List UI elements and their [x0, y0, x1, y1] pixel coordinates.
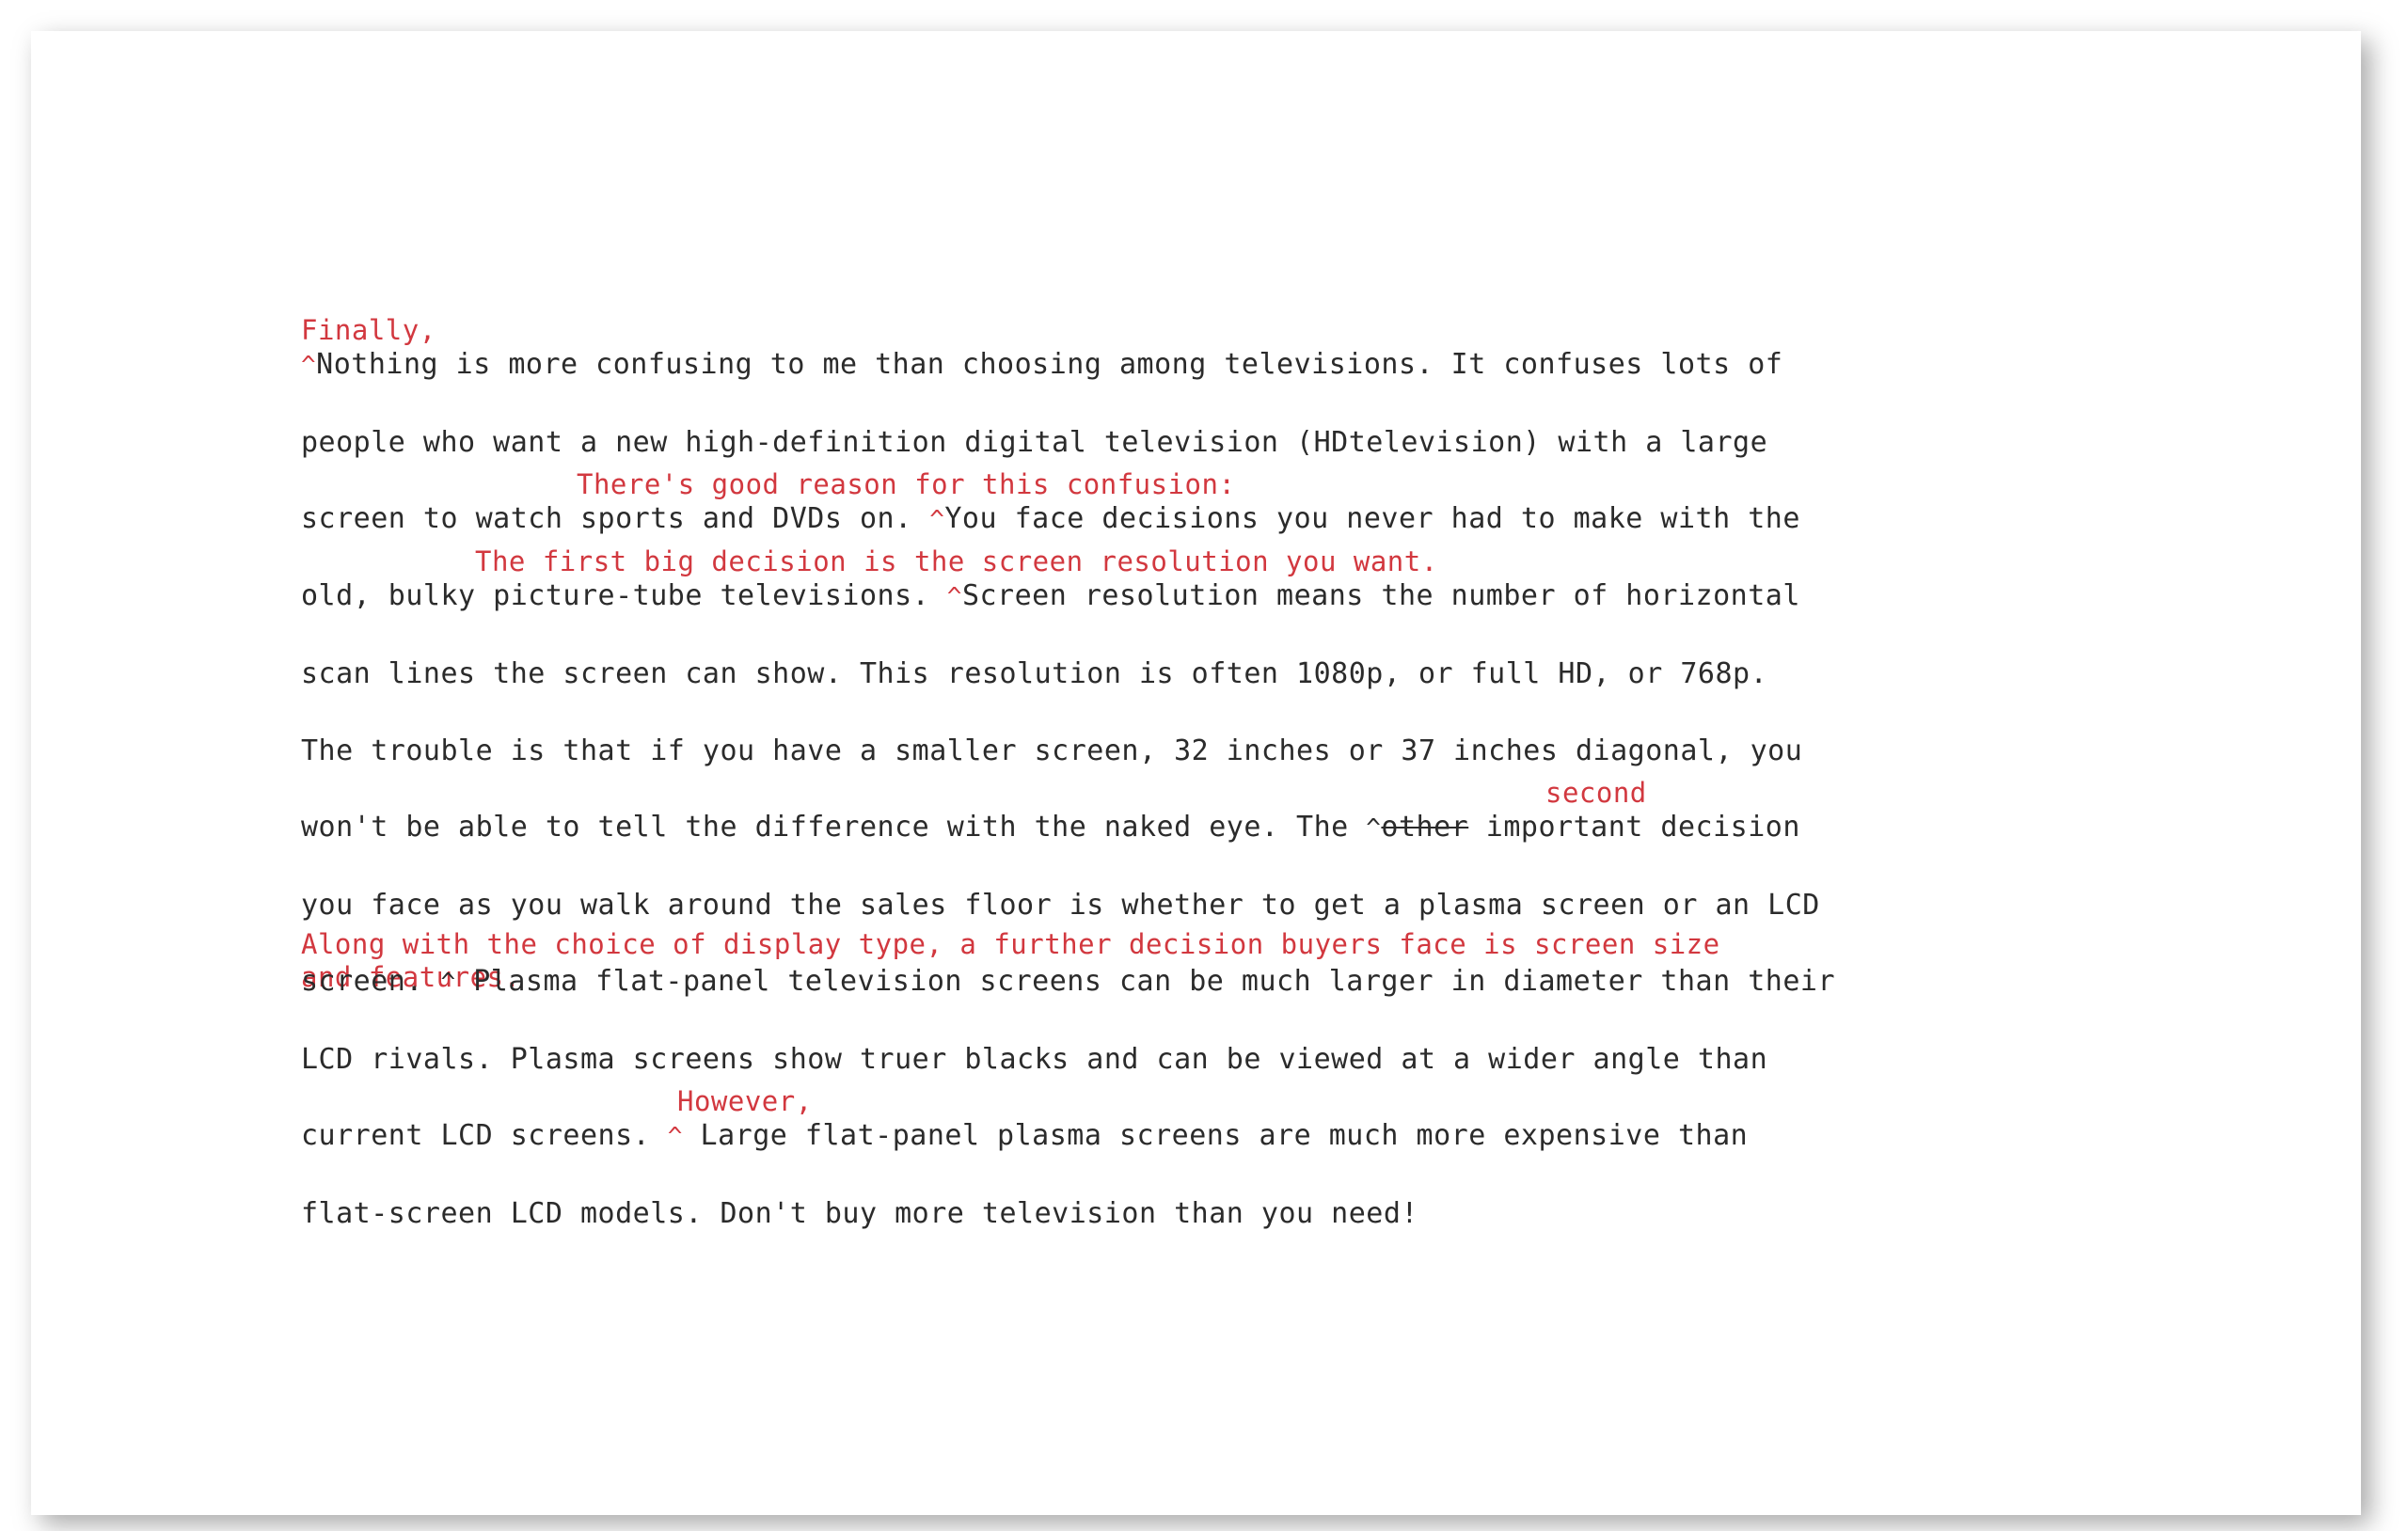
document-page: Finally, ^Nothing is more confusing to me…	[31, 31, 2361, 1515]
document-line: However, current LCD screens. ^ Large fla…	[301, 1084, 2239, 1161]
text-run: You face decisions you never had to make…	[944, 502, 1800, 535]
body-text-line: The trouble is that if you have a smalle…	[301, 733, 1802, 770]
body-text-line: flat-screen LCD models. Don't buy more t…	[301, 1195, 1418, 1233]
body-text-line: LCD rivals. Plasma screens show truer bl…	[301, 1041, 1767, 1079]
text-run: LCD rivals. Plasma screens show truer bl…	[301, 1043, 1768, 1076]
document-line: people who want a new high-definition di…	[301, 390, 2239, 467]
document-line: flat-screen LCD models. Don't buy more t…	[301, 1161, 2239, 1239]
text-run: scan lines the screen can show. This res…	[301, 657, 1768, 690]
red-ink-annotation: Finally,	[301, 314, 436, 346]
insertion-caret-icon: ^	[301, 352, 317, 380]
body-text-line: old, bulky picture-tube televisions. ^Sc…	[301, 577, 1800, 616]
text-run: old, bulky picture-tube televisions.	[301, 579, 947, 612]
screenshot-root: Finally, ^Nothing is more confusing to me…	[0, 0, 2408, 1531]
insertion-caret-icon: ^	[946, 583, 962, 611]
text-run: Nothing is more confusing to me than cho…	[316, 348, 1783, 381]
text-run: people who want a new high-definition di…	[301, 426, 1768, 459]
document-line: The first big decision is the screen res…	[301, 545, 2239, 622]
text-run: Large flat-panel plasma screens are much…	[682, 1119, 1749, 1152]
text-run: you face as you walk around the sales fl…	[301, 889, 1820, 922]
document-line: Along with the choice of display type, a…	[301, 928, 2239, 1007]
text-run: important decision	[1468, 811, 1800, 844]
body-text-line: you face as you walk around the sales fl…	[301, 887, 1820, 924]
red-ink-annotation: There's good reason for this confusion:	[577, 468, 1236, 500]
text-run: The trouble is that if you have a smalle…	[301, 734, 1803, 767]
body-text-line: people who want a new high-definition di…	[301, 424, 1767, 462]
document-line: you face as you walk around the sales fl…	[301, 853, 2239, 930]
body-text-line: ^Nothing is more confusing to me than ch…	[301, 346, 1782, 385]
text-run: current LCD screens.	[301, 1119, 668, 1152]
insertion-caret-icon: ^	[929, 506, 945, 534]
document-line: second won't be able to tell the differen…	[301, 776, 2239, 853]
text-run: Plasma flat-panel television screens can…	[455, 965, 1836, 998]
insertion-caret-icon: ^	[1366, 814, 1382, 843]
red-ink-annotation: However,	[677, 1085, 813, 1117]
text-run: screen to watch sports and DVDs on.	[301, 502, 930, 535]
document-text-body: Finally, ^Nothing is more confusing to me…	[301, 313, 2239, 1239]
body-text-line: current LCD screens. ^ Large flat-panel …	[301, 1117, 1748, 1156]
body-text-line: screen. ^ Plasma flat-panel television s…	[301, 963, 1835, 1002]
document-line: There's good reason for this confusion: s…	[301, 467, 2239, 545]
document-line: LCD rivals. Plasma screens show truer bl…	[301, 1007, 2239, 1084]
document-line: The trouble is that if you have a smalle…	[301, 699, 2239, 776]
body-text-line: screen to watch sports and DVDs on. ^You…	[301, 500, 1800, 539]
body-text-line: scan lines the screen can show. This res…	[301, 655, 1767, 693]
body-text-line: won't be able to tell the difference wit…	[301, 809, 1800, 847]
struck-out-word: other	[1381, 811, 1469, 844]
text-run: Screen resolution means the number of ho…	[961, 579, 1800, 612]
insertion-caret-icon: ^	[440, 969, 456, 997]
red-ink-annotation: The first big decision is the screen res…	[475, 545, 1438, 577]
text-run: won't be able to tell the difference wit…	[301, 811, 1367, 844]
document-line: Finally, ^Nothing is more confusing to me…	[301, 313, 2239, 390]
insertion-caret-icon: ^	[667, 1123, 683, 1151]
text-run: screen.	[301, 965, 441, 998]
document-line: scan lines the screen can show. This res…	[301, 622, 2239, 699]
text-run: flat-screen LCD models. Don't buy more t…	[301, 1197, 1418, 1230]
red-ink-annotation: second	[1545, 777, 1647, 809]
